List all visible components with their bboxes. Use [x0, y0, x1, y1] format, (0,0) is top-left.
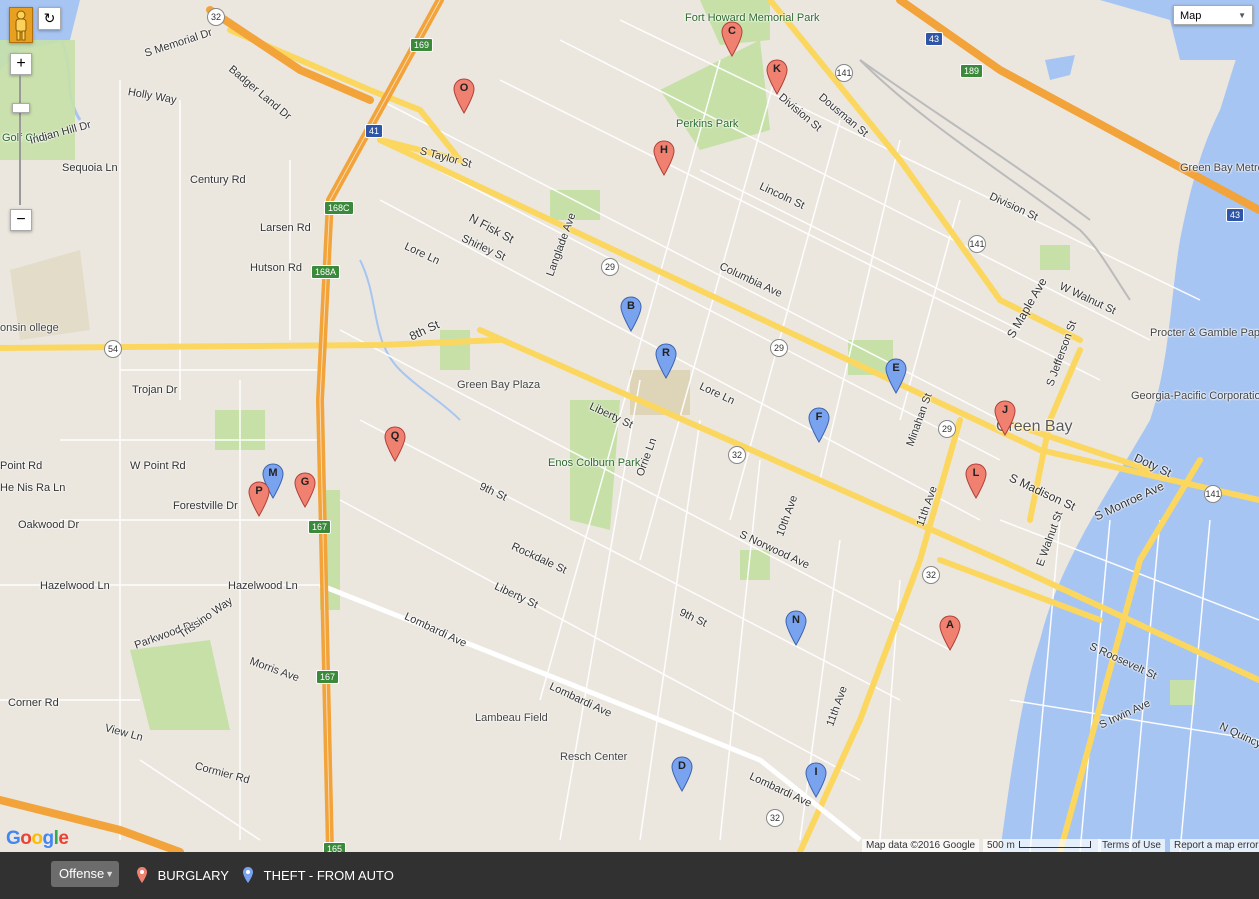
- zoom-slider-track[interactable]: [19, 75, 21, 205]
- route-shield: 32: [728, 446, 746, 464]
- chevron-down-icon: ▼: [1238, 11, 1246, 20]
- marker-burglary[interactable]: H: [653, 140, 675, 176]
- marker-theft[interactable]: F: [808, 407, 830, 443]
- marker-burglary[interactable]: O: [453, 78, 475, 114]
- scale-label: 500 m: [987, 840, 1015, 851]
- poi-resch-center: Resch Center: [560, 751, 628, 763]
- street-label: Forestville Dr: [173, 500, 238, 512]
- marker-burglary[interactable]: K: [766, 59, 788, 95]
- marker-theft[interactable]: I: [805, 762, 827, 798]
- legend-bar: Offense ▼ BURGLARY THEFT - FROM AUTO: [0, 852, 1259, 899]
- map-pin-icon: [137, 867, 147, 883]
- street-label: Trojan Dr: [132, 384, 178, 396]
- route-shield: 141: [835, 64, 853, 82]
- route-shield: 141: [1204, 485, 1222, 503]
- poi-metro-sewerage: Green Bay Metro Sewerage: [1180, 162, 1259, 174]
- street-label: Point Rd: [0, 460, 43, 472]
- zoom-slider-handle[interactable]: [12, 103, 30, 113]
- marker-burglary[interactable]: G: [294, 472, 316, 508]
- marker-theft[interactable]: N: [785, 610, 807, 646]
- zoom-out-button[interactable]: −: [10, 209, 32, 231]
- street-label: Century Rd: [190, 174, 246, 186]
- marker-burglary[interactable]: L: [965, 463, 987, 499]
- scale-line: [1018, 841, 1091, 848]
- marker-burglary[interactable]: A: [939, 615, 961, 651]
- google-logo: Google: [6, 828, 69, 849]
- route-shield: 43: [925, 32, 944, 46]
- route-shield: 29: [938, 420, 956, 438]
- offense-select-value: Offense: [59, 866, 105, 881]
- route-shield: 189: [960, 64, 984, 78]
- street-label: Oakwood Dr: [18, 519, 80, 531]
- route-shield: 43: [1226, 208, 1245, 222]
- legend-item-burglary[interactable]: BURGLARY: [136, 866, 229, 884]
- poi-lambeau-field: Lambeau Field: [475, 712, 548, 724]
- marker-theft[interactable]: B: [620, 296, 642, 332]
- street-label: Larsen Rd: [260, 222, 311, 234]
- route-shield: 32: [207, 8, 225, 26]
- street-view-pegman[interactable]: [9, 7, 33, 43]
- route-shield: 29: [770, 339, 788, 357]
- marker-burglary[interactable]: P: [248, 481, 270, 517]
- legend-label: BURGLARY: [157, 868, 229, 883]
- route-shield: 168A: [311, 265, 341, 279]
- marker-theft[interactable]: E: [885, 358, 907, 394]
- park-label-perkins: Perkins Park: [676, 118, 739, 130]
- park-label-enos-colburn: Enos Colburn Park: [548, 457, 641, 469]
- route-shield: 167: [316, 670, 340, 684]
- marker-theft[interactable]: D: [671, 756, 693, 792]
- map-attribution: Map data ©2016 Google: [862, 839, 980, 852]
- marker-theft[interactable]: R: [655, 343, 677, 379]
- poi-college: onsin ollege: [0, 322, 59, 334]
- map-type-select[interactable]: Map ▼: [1173, 5, 1253, 25]
- map-pin-icon: [243, 867, 253, 883]
- map-canvas[interactable]: Green Bay Fort Howard Memorial Park Perk…: [0, 0, 1259, 852]
- pegman-icon: [15, 10, 27, 41]
- poi-procter-gamble: Procter & Gamble Paper Products: [1150, 327, 1259, 339]
- report-error-link[interactable]: Report a map error: [1170, 839, 1259, 852]
- poi-georgia-pacific: Georgia-Pacific Corporation: [1131, 390, 1259, 402]
- route-shield: 32: [922, 566, 940, 584]
- route-shield: 141: [968, 235, 986, 253]
- street-label: Corner Rd: [8, 697, 59, 709]
- rotate-icon[interactable]: ↻: [38, 7, 61, 30]
- street-label: Hazelwood Ln: [40, 580, 110, 592]
- marker-burglary[interactable]: Q: [384, 426, 406, 462]
- route-shield: 32: [766, 809, 784, 827]
- map-type-label: Map: [1180, 10, 1202, 22]
- route-shield: 168C: [324, 201, 354, 215]
- street-label: He Nis Ra Ln: [0, 482, 66, 494]
- marker-burglary[interactable]: J: [994, 400, 1016, 436]
- route-shield: 167: [308, 520, 332, 534]
- offense-select[interactable]: Offense ▼: [51, 861, 119, 887]
- street-label: Sequoia Ln: [62, 162, 118, 174]
- street-label: W Point Rd: [130, 460, 186, 472]
- park-label-fort-howard: Fort Howard Memorial Park: [685, 12, 820, 24]
- route-shield: 54: [104, 340, 122, 358]
- street-label: Hutson Rd: [250, 262, 302, 274]
- route-shield: 165: [323, 842, 347, 852]
- zoom-in-button[interactable]: +: [10, 53, 32, 75]
- chevron-down-icon: ▼: [105, 869, 114, 879]
- street-label: Hazelwood Ln: [228, 580, 298, 592]
- route-shield: 169: [410, 38, 434, 52]
- marker-burglary[interactable]: C: [721, 21, 743, 57]
- route-shield: 41: [365, 124, 384, 138]
- legend-label: THEFT - FROM AUTO: [263, 868, 394, 883]
- route-shield: 29: [601, 258, 619, 276]
- poi-green-bay-plaza: Green Bay Plaza: [457, 379, 541, 391]
- legend-item-theft[interactable]: THEFT - FROM AUTO: [242, 866, 394, 884]
- terms-link[interactable]: Terms of Use: [1098, 839, 1165, 852]
- scale-bar: 500 m: [983, 839, 1101, 852]
